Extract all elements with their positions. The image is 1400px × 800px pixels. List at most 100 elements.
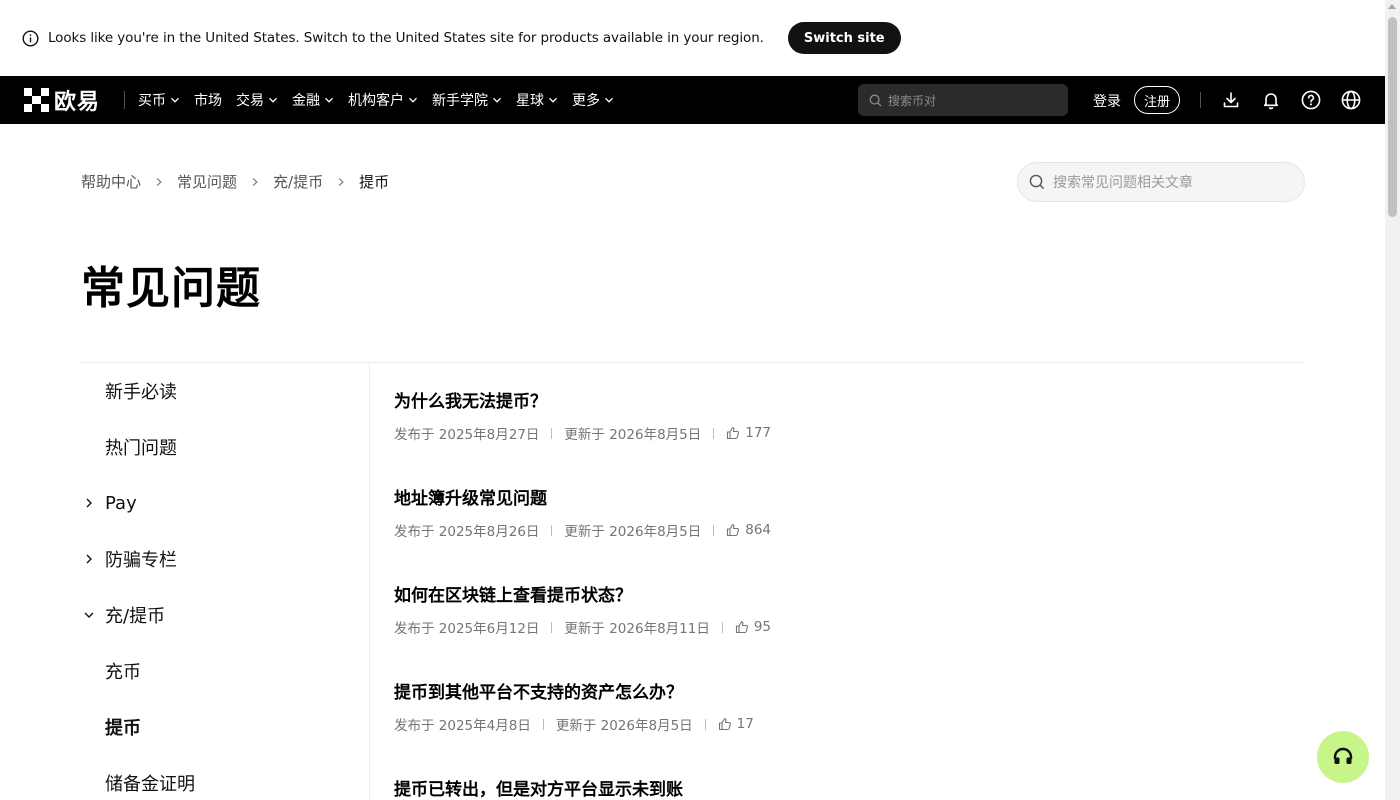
nav-item-label: 星球 — [516, 93, 545, 109]
breadcrumb-item: 提币 — [359, 173, 390, 191]
chevron-down-icon — [548, 95, 558, 105]
article-updated: 更新于 2026年8月5日 — [564, 427, 702, 443]
thumbs-up-icon — [718, 717, 732, 731]
chevron-right-icon — [154, 177, 164, 187]
login-link[interactable]: 登录 — [1093, 91, 1121, 111]
article-meta: 发布于 2025年6月12日 更新于 2026年8月11日 95 — [394, 617, 1294, 637]
nav-item[interactable]: 市场 — [194, 90, 222, 110]
brand-name: 欧易 — [54, 90, 101, 115]
chevron-down-icon — [268, 95, 278, 105]
chevron-down-icon — [170, 95, 180, 105]
nav-item[interactable]: 更多 — [572, 90, 614, 110]
article-likes: 177 — [745, 425, 772, 441]
article-likes: 864 — [745, 522, 772, 538]
article-published: 发布于 2025年6月12日 — [394, 621, 540, 637]
breadcrumb: 帮助中心 常见问题 充/提币 提币 — [81, 171, 389, 192]
nav-item[interactable]: 星球 — [516, 90, 558, 110]
thumbs-up-icon — [726, 426, 740, 440]
article-published: 发布于 2025年4月8日 — [394, 718, 531, 734]
sidebar-item-label: Pay — [105, 492, 137, 514]
page-scrollbar[interactable] — [1385, 0, 1400, 800]
sidebar-item-label: 新手必读 — [105, 382, 177, 403]
article-title[interactable]: 如何在区块链上查看提币状态？ — [394, 581, 1294, 606]
bell-icon[interactable] — [1261, 90, 1281, 110]
switch-site-button[interactable]: Switch site — [787, 22, 901, 54]
sidebar-item[interactable]: 防骗专栏 — [81, 531, 369, 587]
search-icon — [869, 94, 882, 107]
okx-logo-icon — [24, 87, 49, 113]
sidebar-item-label: 储备金证明 — [105, 774, 195, 795]
nav-divider — [124, 91, 126, 109]
nav-item[interactable]: 交易 — [236, 90, 278, 110]
search-icon — [1029, 174, 1045, 190]
nav-item[interactable]: 买币 — [138, 90, 180, 110]
faq-search-input[interactable]: 搜索常见问题相关文章 — [1017, 162, 1305, 202]
scroll-up-icon[interactable] — [1388, 4, 1396, 9]
nav-item-label: 金融 — [292, 93, 321, 109]
sidebar-item[interactable]: 新手必读 — [81, 363, 369, 419]
article-item[interactable]: 为什么我无法提币？ 发布于 2025年8月27日 更新于 2026年8月5日 177 — [394, 387, 1294, 443]
meta-divider — [713, 427, 715, 439]
nav-item-label: 交易 — [236, 93, 265, 109]
article-meta: 发布于 2025年8月27日 更新于 2026年8月5日 177 — [394, 423, 1294, 443]
nav-item[interactable]: 机构客户 — [348, 90, 418, 110]
help-icon[interactable] — [1301, 90, 1321, 110]
sidebar-item[interactable]: 提币 — [81, 699, 369, 755]
download-icon[interactable] — [1221, 90, 1241, 110]
article-likes: 95 — [753, 619, 772, 635]
nav-divider-right — [1200, 92, 1201, 108]
sidebar-item-label: 防骗专栏 — [105, 550, 177, 571]
chevron-right-icon — [83, 553, 95, 565]
sidebar-item[interactable]: 热门问题 — [81, 419, 369, 475]
sidebar-item[interactable]: 充/提币 — [81, 587, 369, 643]
info-icon — [22, 29, 39, 47]
region-banner: Looks like you're in the United States. … — [0, 0, 1385, 76]
article-item[interactable]: 如何在区块链上查看提币状态？ 发布于 2025年6月12日 更新于 2026年8月1… — [394, 581, 1294, 637]
logo[interactable]: 欧易 — [24, 84, 100, 116]
article-title[interactable]: 提币已转出，但是对方平台显示未到账 — [394, 775, 1294, 800]
chevron-right-icon — [250, 177, 260, 187]
article-updated: 更新于 2026年8月11日 — [564, 621, 710, 637]
article-published: 发布于 2025年8月27日 — [394, 427, 540, 443]
meta-divider — [551, 524, 553, 536]
article-title[interactable]: 为什么我无法提币？ — [394, 387, 1294, 412]
nav-item[interactable]: 金融 — [292, 90, 334, 110]
region-message: Looks like you're in the United States. … — [48, 30, 764, 46]
chevron-down-icon — [604, 95, 614, 105]
nav-item[interactable]: 新手学院 — [432, 90, 502, 110]
meta-divider — [551, 427, 553, 439]
article-item[interactable]: 提币已转出，但是对方平台显示未到账 — [394, 775, 1294, 800]
chevron-right-icon — [83, 497, 95, 509]
article-updated: 更新于 2026年8月5日 — [555, 718, 693, 734]
meta-divider — [713, 524, 715, 536]
article-title[interactable]: 地址簿升级常见问题 — [394, 484, 1294, 509]
breadcrumb-item[interactable]: 帮助中心 — [81, 171, 141, 192]
nav-item-label: 买币 — [138, 93, 167, 109]
faq-search-placeholder: 搜索常见问题相关文章 — [1053, 175, 1193, 191]
nav-item-label: 更多 — [572, 93, 601, 109]
globe-icon[interactable] — [1341, 90, 1361, 110]
pair-search-input[interactable]: 搜索币对 — [858, 84, 1068, 116]
scrollbar-thumb[interactable] — [1388, 17, 1397, 217]
meta-divider — [704, 718, 706, 730]
breadcrumb-item[interactable]: 充/提币 — [273, 171, 323, 192]
sidebar-item[interactable]: 充币 — [81, 643, 369, 699]
sidebar-item[interactable]: 储备金证明 — [81, 755, 369, 800]
register-button[interactable]: 注册 — [1134, 86, 1181, 114]
nav-item-label: 新手学院 — [432, 93, 489, 109]
sidebar-item-label: 充币 — [105, 662, 141, 683]
sidebar-item-label: 充/提币 — [105, 606, 166, 627]
breadcrumb-item[interactable]: 常见问题 — [177, 171, 237, 192]
sidebar-item[interactable]: Pay — [81, 475, 369, 531]
article-title[interactable]: 提币到其他平台不支持的资产怎么办？ — [394, 678, 1294, 703]
meta-divider — [551, 621, 553, 633]
headset-icon — [1331, 745, 1355, 769]
nav-item-label: 机构客户 — [348, 93, 405, 109]
article-likes: 17 — [736, 716, 754, 732]
pair-search-placeholder: 搜索币对 — [888, 93, 937, 108]
article-item[interactable]: 提币到其他平台不支持的资产怎么办？ 发布于 2025年4月8日 更新于 2026年8… — [394, 678, 1294, 734]
article-meta: 发布于 2025年8月26日 更新于 2026年8月5日 864 — [394, 520, 1294, 540]
article-item[interactable]: 地址簿升级常见问题发布于 2025年8月26日 更新于 2026年8月5日 864 — [394, 484, 1294, 540]
article-published: 发布于 2025年8月26日 — [394, 524, 540, 540]
support-chat-button[interactable] — [1317, 731, 1369, 783]
